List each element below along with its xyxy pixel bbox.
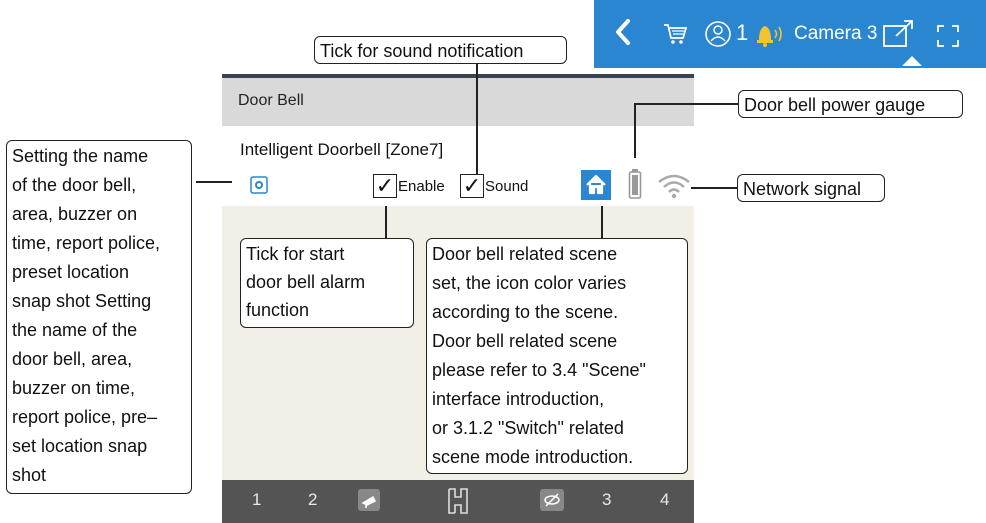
sound-label: Sound	[485, 178, 529, 195]
nav-item-4[interactable]: 4	[660, 490, 669, 510]
callout-left-description: Setting the name of the door bell, area,…	[6, 140, 192, 494]
nav-item-3[interactable]: 3	[602, 490, 611, 510]
device-name[interactable]: Intelligent Doorbell [Zone7]	[240, 140, 443, 160]
scene-home-icon[interactable]	[581, 170, 611, 205]
leader-scene	[601, 206, 603, 239]
enable-label: Enable	[398, 178, 445, 195]
callout-scene: Door bell related scene set, the icon co…	[426, 238, 688, 474]
person-icon[interactable]	[704, 20, 732, 53]
callout-network: Network signal	[737, 174, 885, 202]
pointer-caret	[902, 56, 922, 66]
cart-icon[interactable]	[662, 22, 688, 51]
leader-power-v	[634, 103, 636, 158]
sound-checkbox[interactable]: ✓	[460, 174, 484, 198]
enable-checkbox[interactable]: ✓	[373, 174, 397, 198]
bell-alarm-icon[interactable]	[752, 20, 786, 53]
top-toolbar: 1 Camera 3	[594, 0, 986, 68]
panel-header: Door Bell	[222, 78, 694, 126]
grid-layout-icon[interactable]	[446, 487, 470, 520]
hide-eye-icon[interactable]	[540, 489, 564, 516]
leader-power	[634, 103, 739, 105]
nav-item-2[interactable]: 2	[308, 490, 317, 510]
leader-left	[196, 181, 232, 183]
callout-enable: Tick for start door bell alarm function	[240, 238, 414, 328]
back-chevron-icon[interactable]	[614, 18, 632, 51]
camera-label[interactable]: Camera 3	[794, 23, 877, 45]
person-count: 1	[736, 20, 749, 45]
bottom-nav-bar: 1 2 3 4	[222, 480, 694, 523]
camera-nav-icon[interactable]	[358, 489, 380, 516]
fullscreen-icon[interactable]	[936, 24, 960, 53]
page-title: Door Bell	[238, 92, 304, 109]
leader-sound	[476, 62, 478, 174]
device-row: Intelligent Doorbell [Zone7] ✓ Enable ✓ …	[222, 126, 694, 206]
battery-icon	[628, 168, 642, 205]
popout-window-icon[interactable]	[882, 18, 916, 55]
callout-sound: Tick for sound notification	[314, 36, 567, 64]
nav-item-1[interactable]: 1	[252, 490, 261, 510]
wifi-signal-icon	[657, 172, 691, 205]
leader-enable	[385, 206, 387, 239]
leader-network	[691, 187, 738, 189]
doorbell-device-icon[interactable]	[250, 176, 268, 199]
callout-power-gauge: Door bell power gauge	[738, 90, 963, 118]
